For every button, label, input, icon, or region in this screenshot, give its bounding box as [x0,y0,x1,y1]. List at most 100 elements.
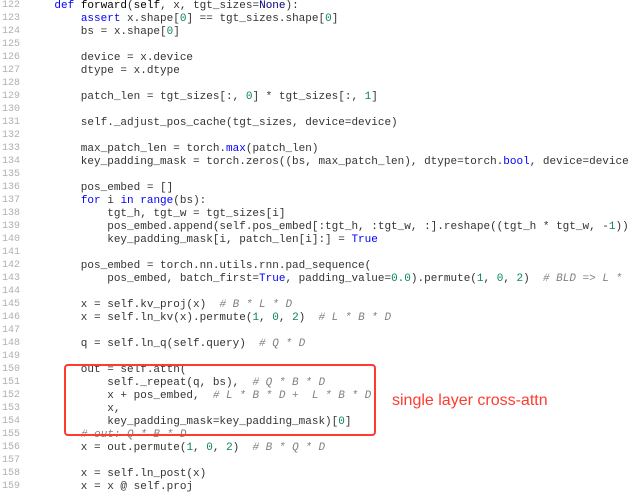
code-content: max_patch_len = torch.max(patch_len) [28,143,629,156]
line-number: 155 [0,429,28,440]
code-line: 137 for i in range(bs): [0,195,629,208]
code-line: 159 x = x @ self.proj [0,481,629,494]
code-content: pos_embed, batch_first=True, padding_val… [28,273,629,286]
code-line: 154 key_padding_mask=key_padding_mask)[0… [0,416,629,429]
line-number: 138 [0,208,28,219]
line-number: 139 [0,221,28,232]
line-number: 136 [0,182,28,193]
code-line: 138 tgt_h, tgt_w = tgt_sizes[i] [0,208,629,221]
code-line: 123 assert x.shape[0] == tgt_sizes.shape… [0,13,629,26]
line-number: 125 [0,39,28,50]
line-number: 124 [0,26,28,37]
code-content: patch_len = tgt_sizes[:, 0] * tgt_sizes[… [28,91,629,104]
code-content: x = self.kv_proj(x) # B * L * D [28,299,629,312]
code-content: dtype = x.dtype [28,65,629,78]
line-number: 158 [0,468,28,479]
code-line: 146 x = self.ln_kv(x).permute(1, 0, 2) #… [0,312,629,325]
annotation-text: single layer cross-attn [392,392,548,410]
code-line: 140 key_padding_mask[i, patch_len[i]:] =… [0,234,629,247]
code-content: x = out.permute(1, 0, 2) # B * Q * D [28,442,629,455]
line-number: 133 [0,143,28,154]
code-content: # out: Q * B * D [28,429,629,442]
line-number: 154 [0,416,28,427]
code-content: key_padding_mask=key_padding_mask)[0] [28,416,629,429]
code-content: out = self.attn( [28,364,629,377]
code-content: self._adjust_pos_cache(tgt_sizes, device… [28,117,629,130]
code-line: 142 pos_embed = torch.nn.utils.rnn.pad_s… [0,260,629,273]
code-line: 147 [0,325,629,338]
line-number: 123 [0,13,28,24]
line-number: 122 [0,0,28,11]
code-line: 127 dtype = x.dtype [0,65,629,78]
code-line: 141 [0,247,629,260]
code-content: bs = x.shape[0] [28,26,629,39]
line-number: 152 [0,390,28,401]
code-line: 131 self._adjust_pos_cache(tgt_sizes, de… [0,117,629,130]
code-content: x = self.ln_post(x) [28,468,629,481]
code-line: 135 [0,169,629,182]
code-content: x = x @ self.proj [28,481,629,494]
code-content: x = self.ln_kv(x).permute(1, 0, 2) # L *… [28,312,629,325]
code-line: 130 [0,104,629,117]
line-number: 131 [0,117,28,128]
code-line: 155 # out: Q * B * D [0,429,629,442]
code-line: 132 [0,130,629,143]
line-number: 149 [0,351,28,362]
line-number: 126 [0,52,28,63]
line-number: 134 [0,156,28,167]
code-line: 149 [0,351,629,364]
line-number: 151 [0,377,28,388]
code-line: 136 pos_embed = [] [0,182,629,195]
code-line: 128 [0,78,629,91]
code-line: 134 key_padding_mask = torch.zeros((bs, … [0,156,629,169]
code-line: 122 def forward(self, x, tgt_sizes=None)… [0,0,629,13]
code-line: 133 max_patch_len = torch.max(patch_len) [0,143,629,156]
code-line: 126 device = x.device [0,52,629,65]
code-content: pos_embed.append(self.pos_embed[:tgt_h, … [28,221,629,234]
code-line: 156 x = out.permute(1, 0, 2) # B * Q * D [0,442,629,455]
line-number: 150 [0,364,28,375]
code-content: device = x.device [28,52,629,65]
code-content: key_padding_mask[i, patch_len[i]:] = Tru… [28,234,629,247]
line-number: 143 [0,273,28,284]
code-line: 150 out = self.attn( [0,364,629,377]
line-number: 153 [0,403,28,414]
line-number: 141 [0,247,28,258]
code-line: 144 [0,286,629,299]
line-number: 130 [0,104,28,115]
code-content: def forward(self, x, tgt_sizes=None): [28,0,629,13]
code-content: q = self.ln_q(self.query) # Q * D [28,338,629,351]
code-line: 151 self._repeat(q, bs), # Q * B * D [0,377,629,390]
line-number: 159 [0,481,28,492]
line-number: 137 [0,195,28,206]
code-line: 148 q = self.ln_q(self.query) # Q * D [0,338,629,351]
code-viewer: 122 def forward(self, x, tgt_sizes=None)… [0,0,629,494]
line-number: 140 [0,234,28,245]
line-number: 144 [0,286,28,297]
code-content: self._repeat(q, bs), # Q * B * D [28,377,629,390]
code-line: 124 bs = x.shape[0] [0,26,629,39]
line-number: 145 [0,299,28,310]
line-number: 128 [0,78,28,89]
line-number: 147 [0,325,28,336]
code-content: tgt_h, tgt_w = tgt_sizes[i] [28,208,629,221]
line-number: 156 [0,442,28,453]
code-line: 143 pos_embed, batch_first=True, padding… [0,273,629,286]
line-number: 157 [0,455,28,466]
code-line: 157 [0,455,629,468]
line-number: 142 [0,260,28,271]
code-line: 125 [0,39,629,52]
code-line: 158 x = self.ln_post(x) [0,468,629,481]
code-content: pos_embed = torch.nn.utils.rnn.pad_seque… [28,260,629,273]
code-content: pos_embed = [] [28,182,629,195]
line-number: 146 [0,312,28,323]
line-number: 148 [0,338,28,349]
line-number: 135 [0,169,28,180]
code-content: key_padding_mask = torch.zeros((bs, max_… [28,156,629,169]
code-content: assert x.shape[0] == tgt_sizes.shape[0] [28,13,629,26]
code-line: 129 patch_len = tgt_sizes[:, 0] * tgt_si… [0,91,629,104]
code-content: for i in range(bs): [28,195,629,208]
line-number: 132 [0,130,28,141]
line-number: 127 [0,65,28,76]
line-number: 129 [0,91,28,102]
